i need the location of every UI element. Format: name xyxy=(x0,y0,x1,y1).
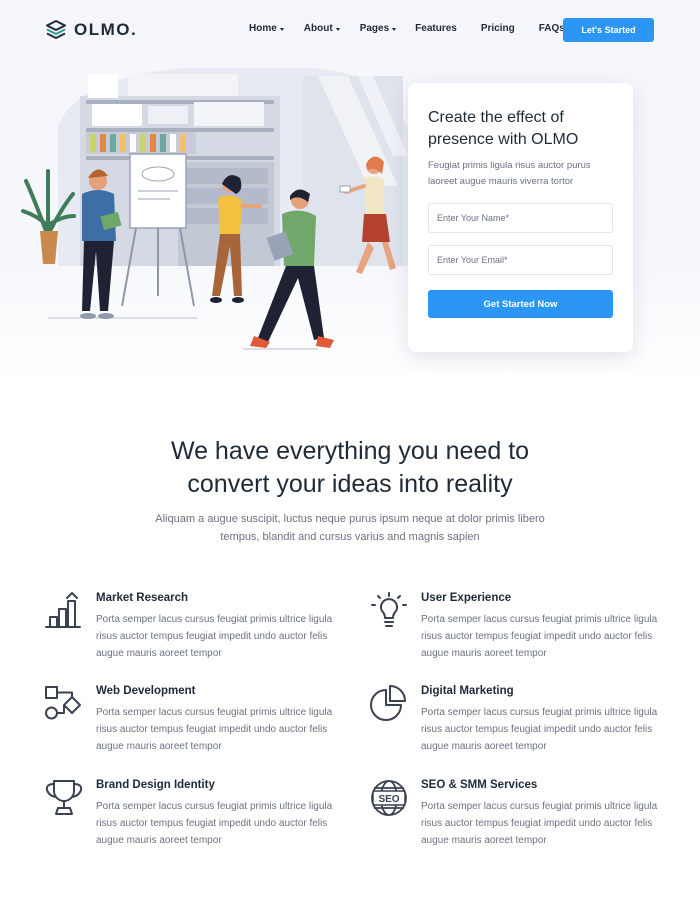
nav-pages-label: Pages xyxy=(359,23,390,34)
get-started-button[interactable]: Get Started Now xyxy=(428,290,613,318)
email-input[interactable] xyxy=(428,245,613,275)
nav-home-label: Home xyxy=(249,23,277,34)
feature-text: Porta semper lacus cursus feugiat primis… xyxy=(96,801,333,846)
feature-title: Brand Design Identity xyxy=(96,779,215,791)
lets-started-button[interactable]: Let's Started xyxy=(563,18,654,42)
main-nav: Home About Pages Features Pricing FAQs xyxy=(249,23,565,34)
signup-card-description: Feugiat primis ligula risus auctor purus… xyxy=(428,160,591,187)
nav-pricing-label: Pricing xyxy=(480,23,515,34)
feature-title: User Experience xyxy=(421,592,512,604)
chevron-down-icon xyxy=(392,27,397,31)
logo-text: OLMO. xyxy=(74,20,138,39)
features-section-title: We have everything you need to convert y… xyxy=(170,437,530,498)
feature-text: Porta semper lacus cursus feugiat primis… xyxy=(96,614,333,659)
nav-features-label: Features xyxy=(415,23,457,34)
page: OLMO. Home About Pages Features Pricing … xyxy=(0,0,700,900)
nav-features[interactable]: Features xyxy=(415,23,457,34)
svg-text:SEO: SEO xyxy=(378,794,399,805)
features-section-subtitle: Aliquam a augue suscipit, luctus neque p… xyxy=(155,513,545,543)
feature-text: Porta semper lacus cursus feugiat primis… xyxy=(421,801,658,846)
feature-text: Porta semper lacus cursus feugiat primis… xyxy=(421,707,658,752)
chevron-down-icon xyxy=(279,27,284,31)
name-input[interactable] xyxy=(428,203,613,233)
lightbulb-icon xyxy=(371,592,407,627)
header: OLMO. Home About Pages Features Pricing … xyxy=(0,0,700,60)
feature-title: Digital Marketing xyxy=(421,685,514,697)
nav-about[interactable]: About xyxy=(304,23,340,34)
seo-globe-icon: SEO xyxy=(371,780,407,816)
signup-card-title: Create the effect of presence with OLMO xyxy=(428,109,579,148)
nav-about-label: About xyxy=(303,23,333,34)
feature-title: SEO & SMM Services xyxy=(421,779,538,791)
office-team-illustration xyxy=(21,68,408,350)
feature-title: Market Research xyxy=(96,592,189,604)
nav-faqs-label: FAQs xyxy=(538,23,565,34)
logo[interactable]: OLMO. xyxy=(45,19,137,41)
chevron-down-icon xyxy=(335,27,340,31)
bar-chart-icon xyxy=(45,592,81,628)
pie-chart-icon xyxy=(370,685,406,721)
nav-pricing[interactable]: Pricing xyxy=(481,23,515,34)
feature-title: Web Development xyxy=(96,685,196,697)
feature-text: Porta semper lacus cursus feugiat primis… xyxy=(96,707,333,752)
feature-text: Porta semper lacus cursus feugiat primis… xyxy=(421,614,658,659)
nav-pages[interactable]: Pages xyxy=(359,23,397,34)
nav-faqs[interactable]: FAQs xyxy=(539,23,565,34)
logo-layers-icon xyxy=(46,20,66,39)
flowchart-icon xyxy=(45,686,81,720)
signup-card: Create the effect of presence with OLMO … xyxy=(408,83,633,352)
nav-home[interactable]: Home xyxy=(249,23,284,34)
trophy-icon xyxy=(45,780,83,815)
